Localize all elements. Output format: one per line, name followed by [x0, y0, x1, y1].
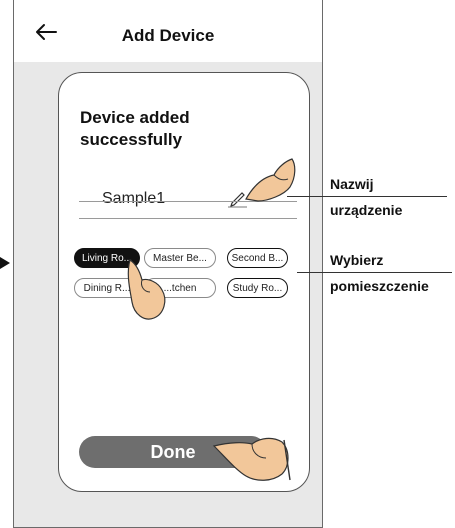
rename-annotation-line2: urządzenie [330, 202, 403, 218]
room-callout-line [297, 272, 452, 273]
room-chip-second-bedroom[interactable]: Second B... [227, 248, 288, 268]
pointing-hand-icon [245, 158, 296, 202]
page-title: Add Device [121, 26, 215, 45]
rename-callout-line [287, 196, 447, 197]
app-header: Add Device [14, 0, 322, 62]
device-added-card: Device added successfully Sample1 Living… [58, 72, 310, 492]
pointing-hand-icon [127, 259, 166, 320]
rename-annotation-line1: Nazwij [330, 176, 374, 192]
room-chip-study-room[interactable]: Study Ro... [227, 278, 288, 298]
device-name-label: Sample1 [102, 190, 166, 207]
arrow-right-icon [0, 257, 10, 269]
rooms-divider [79, 218, 297, 219]
pointing-hand-icon [212, 437, 291, 481]
screen-footer [14, 513, 322, 527]
success-message: Device added successfully [80, 108, 190, 149]
room-annotation-line2: pomieszczenie [330, 278, 429, 294]
room-annotation-line1: Wybierz [330, 252, 384, 268]
